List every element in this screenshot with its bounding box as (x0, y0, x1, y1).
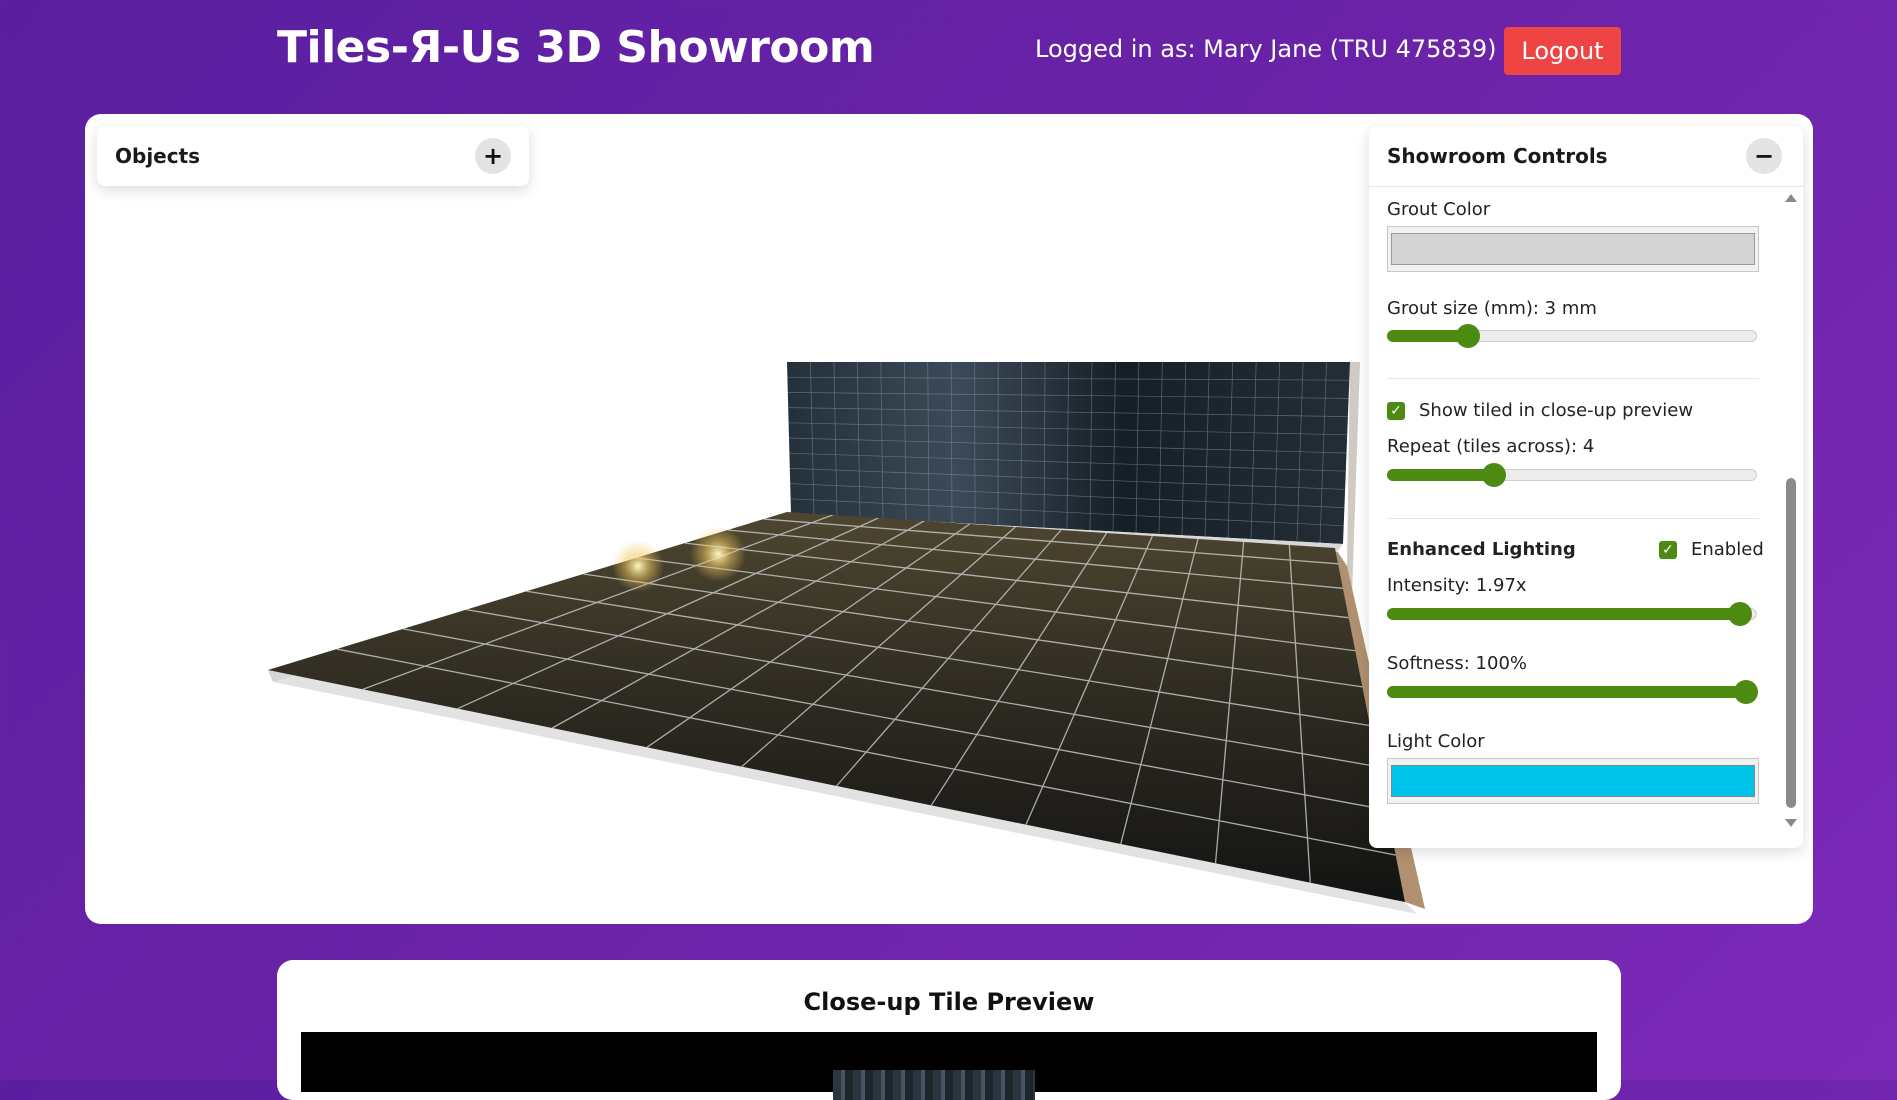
grout-size-slider[interactable] (1387, 330, 1757, 342)
grout-size-label: Grout size (mm): 3 mm (1387, 298, 1597, 319)
section-divider (1387, 378, 1759, 379)
show-tiled-label: Show tiled in close-up preview (1419, 400, 1693, 421)
collapse-controls-button[interactable]: − (1746, 138, 1782, 174)
scroll-up-arrow-icon[interactable] (1785, 194, 1797, 202)
showroom-controls-panel: Showroom Controls − Grout Color Grout si… (1369, 126, 1803, 848)
repeat-slider[interactable] (1387, 469, 1757, 481)
logged-in-user: Logged in as: Mary Jane (TRU 475839) (1035, 35, 1497, 63)
grout-color-label: Grout Color (1387, 199, 1490, 220)
closeup-preview-title: Close-up Tile Preview (277, 988, 1621, 1016)
softness-label: Softness: 100% (1387, 653, 1527, 674)
slider-thumb[interactable] (1482, 463, 1506, 487)
objects-panel-title: Objects (115, 126, 200, 186)
section-divider (1387, 518, 1759, 519)
app-title: Tiles-Я-Us 3D Showroom (277, 22, 874, 73)
closeup-preview-card: Close-up Tile Preview (277, 960, 1621, 1100)
intensity-slider[interactable] (1387, 608, 1757, 620)
grout-color-picker[interactable] (1387, 226, 1759, 272)
slider-thumb[interactable] (1734, 680, 1758, 704)
enhanced-lighting-title: Enhanced Lighting (1387, 539, 1576, 560)
repeat-label: Repeat (tiles across): 4 (1387, 436, 1594, 457)
closeup-preview-canvas[interactable] (301, 1032, 1597, 1092)
grout-color-swatch (1391, 233, 1755, 265)
showroom-3d-viewport[interactable]: Objects + Showroom Controls − Grout Colo… (85, 114, 1813, 924)
light-color-swatch (1391, 765, 1755, 797)
intensity-label: Intensity: 1.97x (1387, 575, 1527, 596)
slider-thumb[interactable] (1456, 324, 1480, 348)
app-header: Tiles-Я-Us 3D Showroom Logged in as: Mar… (0, 0, 1897, 105)
lighting-enabled-checkbox[interactable]: ✓ (1659, 541, 1677, 559)
controls-scrollbar-thumb[interactable] (1786, 478, 1796, 808)
show-tiled-checkbox[interactable]: ✓ (1387, 402, 1405, 420)
controls-panel-title: Showroom Controls (1387, 126, 1608, 186)
light-color-picker[interactable] (1387, 758, 1759, 804)
slider-fill (1387, 608, 1740, 620)
objects-panel: Objects + (97, 126, 529, 186)
light-glow-1 (612, 540, 664, 592)
controls-header: Showroom Controls − (1369, 126, 1803, 187)
slider-fill (1387, 469, 1494, 481)
light-color-label: Light Color (1387, 731, 1485, 752)
softness-slider[interactable] (1387, 686, 1757, 698)
logout-button[interactable]: Logout (1504, 27, 1621, 75)
slider-thumb[interactable] (1728, 602, 1752, 626)
scroll-down-arrow-icon[interactable] (1785, 819, 1797, 827)
light-glow-2 (690, 526, 746, 582)
slider-fill (1387, 686, 1746, 698)
lighting-enabled-label: Enabled (1691, 539, 1764, 560)
expand-objects-button[interactable]: + (475, 138, 511, 174)
closeup-tile-image (833, 1070, 1035, 1100)
